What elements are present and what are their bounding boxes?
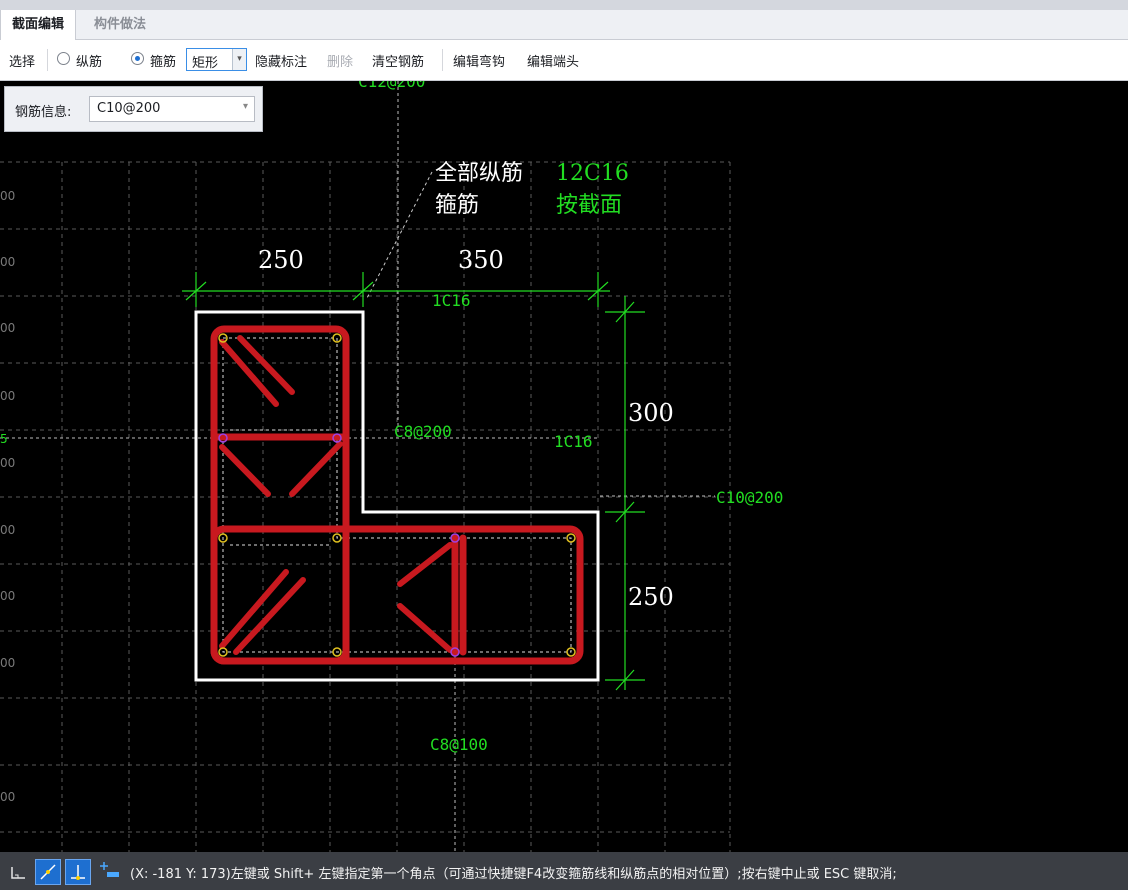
status-bar: (X: -181 Y: 173)左键或 Shift+ 左键指定第一个角点（可通过…: [0, 852, 1128, 890]
label-c8-100: C8@100: [430, 735, 488, 754]
longitudinal-label[interactable]: 纵筋: [76, 51, 102, 70]
stirrup-radio[interactable]: [131, 52, 144, 65]
hide-annotation-button[interactable]: 隐藏标注: [255, 51, 307, 70]
rebar-info-label: 钢筋信息:: [15, 105, 72, 120]
snap-line-icon[interactable]: [35, 859, 61, 885]
dim-top-right: 350: [458, 246, 504, 274]
rebar-info-select[interactable]: C10@200 ▾: [89, 96, 255, 122]
clear-rebar-button[interactable]: 清空钢筋: [372, 51, 424, 70]
toolbar-separator: [442, 49, 443, 71]
rebar-info-panel: 钢筋信息: C10@200 ▾: [4, 86, 263, 132]
axis-label: 00: [0, 523, 15, 537]
edit-end-button[interactable]: 编辑端头: [527, 51, 579, 70]
label-top-cut: C12@200: [358, 81, 425, 91]
label-c10-200: C10@200: [716, 488, 783, 507]
shape-select[interactable]: 矩形 ▾: [186, 48, 247, 71]
axis-label: 00: [0, 656, 15, 670]
annotation-stirrup-value: 按截面: [556, 193, 622, 218]
axis-label: 00: [0, 790, 15, 804]
perpendicular-icon[interactable]: [65, 859, 91, 885]
axis-mark: 5: [0, 432, 8, 446]
label-mid-rebar: 1C16: [554, 432, 593, 451]
select-button[interactable]: 选择: [9, 51, 35, 70]
stirrup-label[interactable]: 箍筋: [150, 51, 176, 70]
delete-button[interactable]: 删除: [327, 51, 353, 70]
window-top-strip: [0, 0, 1128, 10]
corner-icon[interactable]: [6, 859, 32, 885]
annotation-all-longitudinal-value: 12C16: [556, 161, 629, 186]
dim-right-lower: 250: [628, 583, 674, 611]
axis-label: 00: [0, 456, 15, 470]
axis-label: 00: [0, 589, 15, 603]
axis-label: 00: [0, 321, 15, 335]
drawing-canvas[interactable]: 00 00 00 00 00 00 00 00 00 5 C12@200 全部纵…: [0, 81, 1128, 852]
chevron-down-icon[interactable]: ▾: [232, 49, 246, 70]
axis-label: 00: [0, 389, 15, 403]
rebar-info-value: C10@200: [97, 101, 161, 116]
dim-right-upper: 300: [628, 399, 674, 427]
axis-label: 00: [0, 189, 15, 203]
tab-bar: 截面编辑 构件做法: [0, 10, 1128, 40]
label-c8-200: C8@200: [394, 422, 452, 441]
chevron-down-icon[interactable]: ▾: [243, 101, 248, 112]
tab-component-method[interactable]: 构件做法: [83, 10, 157, 39]
annotation-all-longitudinal: 全部纵筋: [435, 161, 523, 186]
toolbar: 选择 纵筋 箍筋 矩形 ▾ 隐藏标注 删除 清空钢筋 编辑弯钩 编辑端头: [0, 40, 1128, 81]
longitudinal-radio[interactable]: [57, 52, 70, 65]
status-message: (X: -181 Y: 173)左键或 Shift+ 左键指定第一个角点（可通过…: [130, 867, 897, 882]
tab-section-edit[interactable]: 截面编辑: [0, 10, 77, 40]
dim-top-left: 250: [258, 246, 304, 274]
edit-hook-button[interactable]: 编辑弯钩: [453, 51, 505, 70]
axis-label: 00: [0, 255, 15, 269]
toolbar-separator: [47, 49, 48, 71]
annotation-stirrup: 箍筋: [435, 193, 479, 218]
add-point-icon[interactable]: [97, 859, 123, 885]
label-top-rebar: 1C16: [432, 291, 471, 310]
shape-select-value: 矩形: [192, 56, 219, 71]
